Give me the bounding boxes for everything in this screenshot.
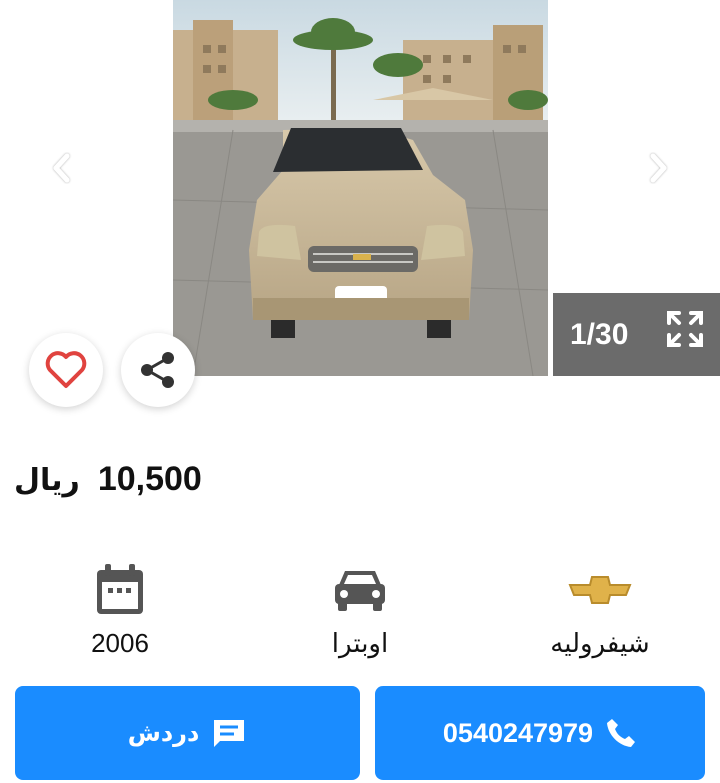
spec-make: شيفروليه bbox=[500, 560, 700, 659]
image-counter: 1/30 bbox=[553, 293, 720, 376]
spec-make-label: شيفروليه bbox=[550, 628, 650, 658]
image-gallery: 1/30 bbox=[0, 0, 720, 407]
phone-number: 0540247979 bbox=[442, 717, 594, 748]
chat-button[interactable]: دردش bbox=[15, 686, 360, 780]
heart-icon bbox=[45, 351, 87, 388]
spec-year-label: 2006 bbox=[91, 628, 149, 658]
chat-button-label: دردش bbox=[127, 719, 200, 747]
fullscreen-icon bbox=[667, 311, 703, 347]
listing-price: ريال 10,500 bbox=[14, 460, 202, 520]
share-icon bbox=[141, 352, 174, 388]
spec-year: 2006 bbox=[20, 560, 220, 659]
phone-icon bbox=[607, 719, 636, 747]
prev-image-button[interactable] bbox=[42, 148, 82, 188]
price-amount: 10,500 bbox=[97, 460, 202, 498]
call-button[interactable]: 0540247979 bbox=[375, 686, 705, 780]
image-counter-text: 1/30 bbox=[570, 317, 629, 351]
next-image-button[interactable] bbox=[638, 148, 678, 188]
fullscreen-button[interactable] bbox=[665, 309, 705, 349]
calendar-icon bbox=[97, 564, 143, 614]
spec-model-label: اوبترا bbox=[331, 628, 389, 658]
chevron-right-icon bbox=[650, 153, 667, 183]
price-currency: ريال bbox=[14, 464, 80, 497]
car-photo[interactable] bbox=[173, 0, 548, 376]
car-icon bbox=[335, 571, 385, 611]
favorite-button[interactable] bbox=[29, 333, 103, 407]
share-button[interactable] bbox=[121, 333, 195, 407]
spec-model: اوبترا bbox=[260, 560, 460, 659]
chevrolet-logo-icon bbox=[568, 576, 632, 604]
chevron-left-icon bbox=[53, 153, 70, 183]
chat-icon bbox=[214, 720, 245, 747]
